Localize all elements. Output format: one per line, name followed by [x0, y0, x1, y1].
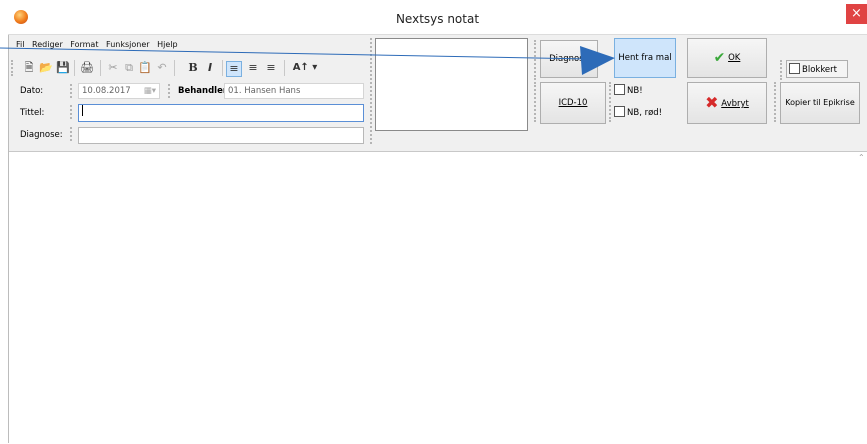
- annotation-line: [0, 47, 591, 60]
- annotation-arrowhead: [580, 46, 615, 75]
- annotation-arrow-icon: [0, 46, 615, 75]
